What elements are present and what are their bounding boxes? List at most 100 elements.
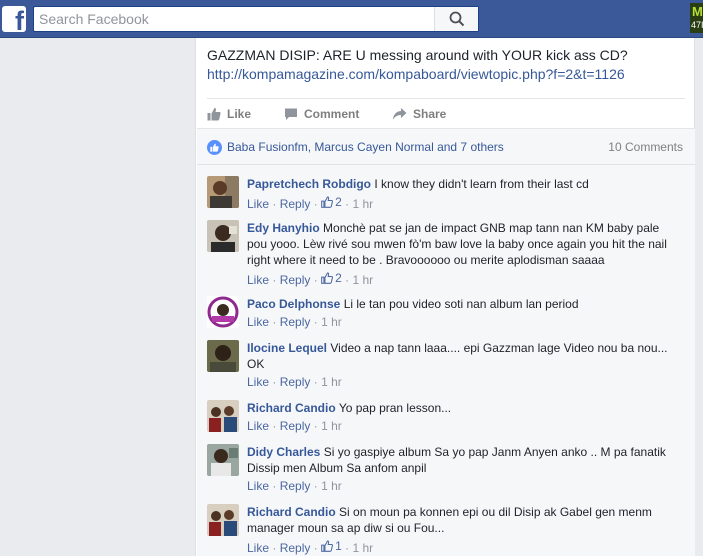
comment-author[interactable]: Ilocine Lequel	[247, 341, 327, 355]
comment-text: I know they didn't learn from their last…	[374, 177, 589, 191]
comment-time[interactable]: 1 hr	[321, 315, 342, 329]
separator: ·	[272, 273, 277, 287]
separator: ·	[272, 315, 277, 329]
reactions-summary: Baba Fusionfm, Marcus Cayen Normal and 7…	[197, 129, 695, 165]
comment-author[interactable]: Richard Candio	[247, 401, 336, 415]
comment-reply-link[interactable]: Reply	[280, 375, 311, 389]
comment-like-link[interactable]: Like	[247, 273, 269, 287]
comment-author[interactable]: Didy Charles	[247, 445, 320, 459]
comment-likes[interactable]: 2	[321, 194, 342, 210]
comment-time[interactable]: 1 hr	[352, 273, 373, 287]
separator: ·	[345, 541, 350, 555]
comment-like-link[interactable]: Like	[247, 419, 269, 433]
comment-author[interactable]: Papretchech Robdigo	[247, 177, 371, 191]
post-actions-bar: Like Comment Share	[207, 98, 685, 126]
search-box	[33, 6, 479, 32]
separator: ·	[272, 197, 277, 211]
separator: ·	[313, 419, 318, 433]
avatar[interactable]	[207, 296, 239, 328]
comment-like-count: 2	[335, 195, 342, 209]
avatar[interactable]	[207, 504, 239, 536]
comments-section: Baba Fusionfm, Marcus Cayen Normal and 7…	[197, 128, 695, 556]
separator: ·	[272, 375, 277, 389]
search-button[interactable]	[434, 7, 478, 31]
app-badge[interactable]: M 47I	[690, 3, 703, 33]
comment-button-label: Comment	[304, 107, 360, 121]
avatar[interactable]	[207, 220, 239, 252]
comment-reply-link[interactable]: Reply	[280, 273, 311, 287]
comment-author[interactable]: Paco Delphonse	[247, 297, 340, 311]
comment-like-link[interactable]: Like	[247, 197, 269, 211]
avatar[interactable]	[207, 444, 239, 476]
comment-like-link[interactable]: Like	[247, 541, 269, 555]
share-button[interactable]: Share	[392, 106, 446, 122]
comment-likes[interactable]: 1	[321, 538, 342, 554]
comment-text: Yo pap pran lesson...	[338, 401, 452, 415]
facebook-logo-icon[interactable]: f	[2, 6, 26, 32]
comment-meta: Like · Reply · 1 · 1 hr	[247, 538, 679, 556]
comment-like-link[interactable]: Like	[247, 315, 269, 329]
facebook-logo-letter: f	[15, 6, 24, 33]
search-icon	[449, 11, 465, 27]
comment-meta: Like · Reply · 1 hr	[247, 374, 679, 390]
post-link[interactable]: http://kompamagazine.com/kompaboard/view…	[207, 65, 687, 84]
comment-like-count: 2	[335, 271, 342, 285]
thumbs-up-icon	[321, 272, 334, 284]
comment-author[interactable]: Richard Candio	[247, 505, 336, 519]
separator: ·	[313, 197, 318, 211]
separator: ·	[272, 479, 277, 493]
comment-meta: Like · Reply · 2 · 1 hr	[247, 270, 679, 288]
share-button-label: Share	[413, 107, 447, 121]
comment-reply-link[interactable]: Reply	[280, 197, 311, 211]
comment-text: Li le tan pou video soti nan album lan p…	[343, 297, 579, 311]
comment-time[interactable]: 1 hr	[321, 479, 342, 493]
post-text: GAZZMAN DISIP: ARE U messing around with…	[207, 47, 628, 63]
comment-reply-link[interactable]: Reply	[280, 315, 311, 329]
comment-like-link[interactable]: Like	[247, 479, 269, 493]
separator: ·	[272, 541, 277, 555]
comment-like-link[interactable]: Like	[247, 375, 269, 389]
separator: ·	[313, 315, 318, 329]
comment-icon	[285, 108, 297, 120]
comment-like-count: 1	[335, 539, 342, 553]
share-arrow-icon	[392, 108, 407, 120]
app-badge-top: M	[692, 4, 703, 19]
comment-time[interactable]: 1 hr	[321, 419, 342, 433]
separator: ·	[345, 197, 350, 211]
comment-reply-link[interactable]: Reply	[280, 541, 311, 555]
comment-time[interactable]: 1 hr	[352, 541, 373, 555]
comment-likes[interactable]: 2	[321, 270, 342, 286]
comment-reply-link[interactable]: Reply	[280, 479, 311, 493]
comment-time[interactable]: 1 hr	[352, 197, 373, 211]
app-badge-bottom: 47I	[691, 20, 703, 30]
separator: ·	[272, 419, 277, 433]
comment-author[interactable]: Edy Hanyhio	[247, 221, 320, 235]
like-button[interactable]: Like	[207, 106, 251, 122]
post-card: GAZZMAN DISIP: ARE U messing around with…	[195, 38, 695, 556]
separator: ·	[313, 479, 318, 493]
avatar[interactable]	[207, 340, 239, 372]
comment-reply-link[interactable]: Reply	[280, 419, 311, 433]
avatar[interactable]	[207, 400, 239, 432]
top-navigation-bar: f M 47I	[0, 0, 703, 38]
thumbs-up-icon	[207, 107, 221, 121]
like-button-label: Like	[227, 107, 252, 121]
comment-meta: Like · Reply · 1 hr	[247, 478, 679, 494]
avatar[interactable]	[207, 176, 239, 208]
reactors-link[interactable]: Baba Fusionfm, Marcus Cayen Normal and 7…	[227, 140, 504, 154]
comment-meta: Like · Reply · 1 hr	[247, 314, 679, 330]
thumbs-up-icon	[321, 196, 334, 208]
separator: ·	[345, 273, 350, 287]
thumbs-up-icon	[321, 540, 334, 552]
like-reaction-icon	[207, 140, 222, 155]
separator: ·	[313, 375, 318, 389]
search-input[interactable]	[39, 10, 439, 28]
comment-meta: Like · Reply · 2 · 1 hr	[247, 194, 679, 212]
comment-meta: Like · Reply · 1 hr	[247, 418, 679, 434]
comment-time[interactable]: 1 hr	[321, 375, 342, 389]
comment-button[interactable]: Comment	[284, 106, 359, 122]
comment-count-link[interactable]: 10 Comments	[608, 140, 683, 154]
post-content: GAZZMAN DISIP: ARE U messing around with…	[207, 46, 687, 84]
separator: ·	[313, 273, 318, 287]
separator: ·	[313, 541, 318, 555]
